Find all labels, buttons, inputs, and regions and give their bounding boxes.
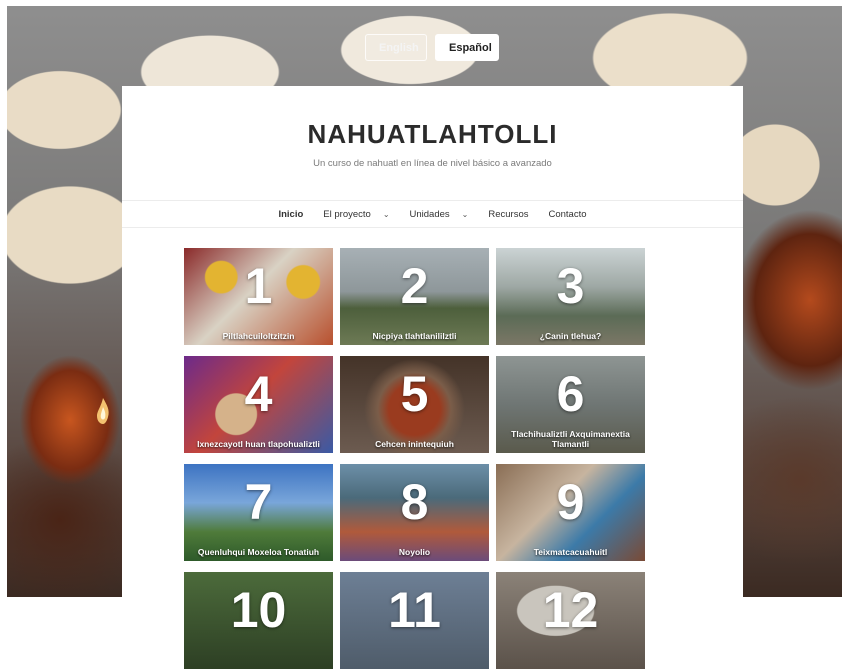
nav-item-label: Recursos <box>488 208 529 220</box>
unit-number: 6 <box>556 366 585 422</box>
unit-title: Piltlahcuiloltzitzin <box>222 331 295 341</box>
unit-number: 10 <box>230 582 287 638</box>
nav-item-el-proyecto[interactable]: El proyecto ⌄ <box>323 209 389 220</box>
unit-tile-1[interactable]: 1 Piltlahcuiloltzitzin <box>184 248 333 345</box>
unit-title: Nicpiya tlahtlanililztli <box>372 331 457 341</box>
chevron-down-icon: ⌄ <box>382 209 390 219</box>
unit-number: 4 <box>244 366 273 422</box>
unit-tile-3[interactable]: 3 ¿Canin tlehua? <box>496 248 645 345</box>
english-button[interactable]: English <box>365 34 427 61</box>
unit-number: 9 <box>556 474 585 530</box>
unit-tile-4[interactable]: 4 Ixnezcayotl huan tlapohualiztli <box>184 356 333 453</box>
unit-number: 12 <box>542 582 599 638</box>
unit-tile-12[interactable]: 12 <box>496 572 645 669</box>
unit-title: Teixmatcacuahuitl <box>533 547 608 557</box>
unit-tile-9[interactable]: 9 Teixmatcacuahuitl <box>496 464 645 561</box>
unit-number: 1 <box>244 258 273 314</box>
unit-tile-5[interactable]: 5 Cehcen inintequiuh <box>340 356 489 453</box>
nav-item-unidades[interactable]: Unidades ⌄ <box>410 209 469 220</box>
unit-title: Noyolio <box>398 547 431 557</box>
unit-tile-7[interactable]: 7 Quenluhqui Moxeloa Tonatiuh <box>184 464 333 561</box>
nav-item-label: El proyecto <box>323 208 371 220</box>
site-title[interactable]: NAHUATLAHTOLLI <box>122 119 743 150</box>
nav-item-inicio[interactable]: Inicio <box>278 209 303 220</box>
spanish-button[interactable]: Español <box>435 34 499 61</box>
unit-number: 2 <box>400 258 429 314</box>
unit-number: 5 <box>400 366 429 422</box>
main-nav: Inicio El proyecto ⌄ Unidades ⌄ Recursos… <box>122 200 743 228</box>
unit-tile-2[interactable]: 2 Nicpiya tlahtlanililztli <box>340 248 489 345</box>
unit-title: Cehcen inintequiuh <box>375 439 454 449</box>
unit-tile-11[interactable]: 11 <box>340 572 489 669</box>
unit-tile-10[interactable]: 10 <box>184 572 333 669</box>
page-frame-top <box>0 0 846 6</box>
unit-grid: 1 Piltlahcuiloltzitzin 2 Nicpiya tlahtla… <box>184 248 646 669</box>
unit-title: Tlachihualiztli Axquimanextia Tlamantli <box>511 429 630 449</box>
nav-item-recursos[interactable]: Recursos <box>488 209 528 220</box>
unit-tile-8[interactable]: 8 Noyolio <box>340 464 489 561</box>
unit-tile-6[interactable]: 6 Tlachihualiztli Axquimanextia Tlamantl… <box>496 356 645 453</box>
unit-title: Ixnezcayotl huan tlapohualiztli <box>197 439 320 449</box>
unit-number: 7 <box>244 474 273 530</box>
nav-item-label: Unidades <box>409 208 450 220</box>
page-frame-right <box>842 0 846 597</box>
page-frame-left <box>0 0 7 597</box>
unit-number: 8 <box>400 474 429 530</box>
language-switch: English Español <box>365 34 499 61</box>
nav-item-contacto[interactable]: Contacto <box>548 209 586 220</box>
nav-item-label: Inicio <box>278 208 304 220</box>
site-subtitle: Un curso de nahuatl en línea de nivel bá… <box>313 158 552 169</box>
unit-title: ¿Canin tlehua? <box>539 331 602 341</box>
unit-title: Quenluhqui Moxeloa Tonatiuh <box>197 547 320 557</box>
unit-number: 3 <box>556 258 585 314</box>
main-card: NAHUATLAHTOLLI Un curso de nahuatl en lí… <box>122 86 743 669</box>
unit-number: 11 <box>388 582 441 638</box>
chevron-down-icon: ⌄ <box>461 209 469 219</box>
nav-item-label: Contacto <box>548 208 587 220</box>
